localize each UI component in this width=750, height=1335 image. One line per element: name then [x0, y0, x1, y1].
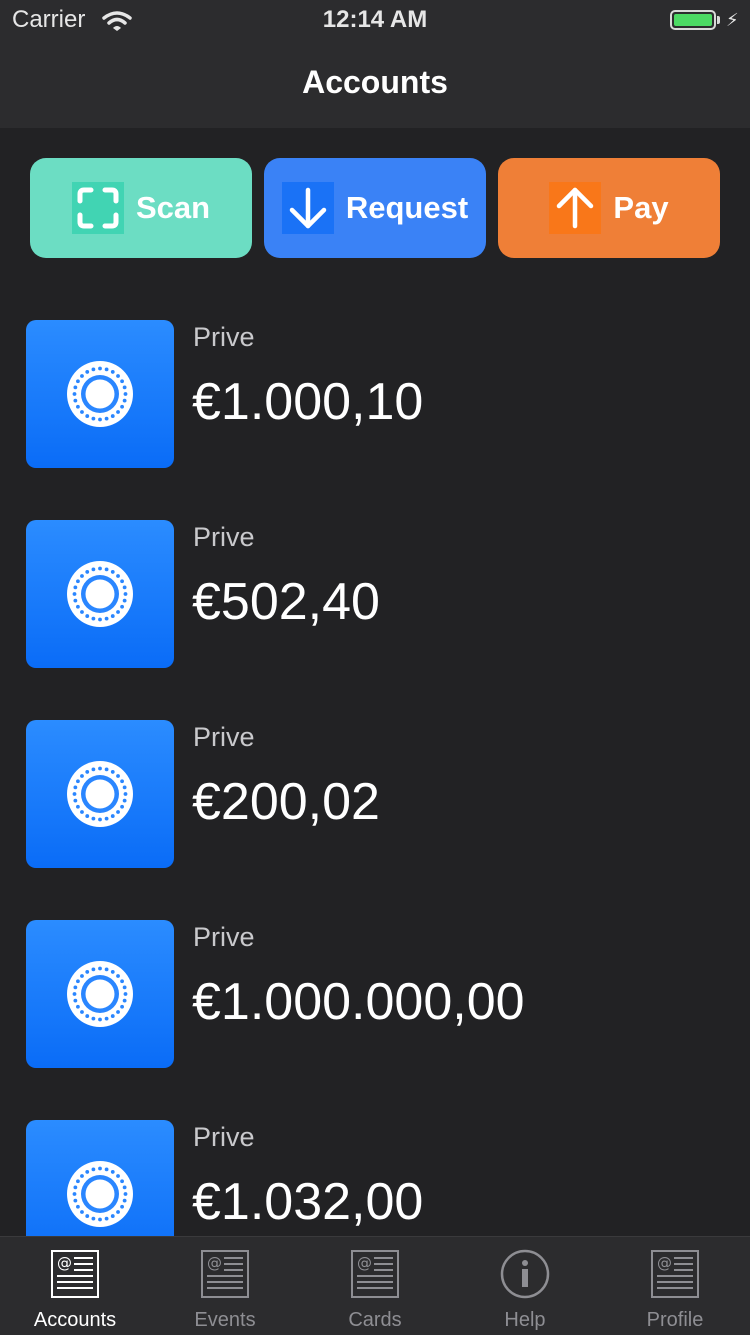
pay-button[interactable]: Pay — [498, 158, 720, 258]
pay-button-label: Pay — [613, 190, 669, 225]
request-button-label: Request — [345, 190, 469, 225]
scan-button-label: Scan — [135, 190, 211, 225]
navigation-bar: Accounts — [0, 40, 750, 128]
newspaper-icon: @ — [650, 1249, 700, 1299]
account-balance: €1.000.000,00 — [192, 973, 525, 1031]
tab-accounts[interactable]: @ Accounts — [0, 1237, 150, 1335]
tab-accounts-label: Accounts — [33, 1309, 117, 1331]
clock-time: 12:14 AM — [322, 6, 428, 33]
tab-help[interactable]: Help — [450, 1237, 600, 1335]
account-name: Prive — [193, 722, 255, 752]
scan-icon — [71, 182, 124, 234]
account-name: Prive — [193, 922, 255, 952]
svg-text:@: @ — [57, 1254, 72, 1272]
svg-text:@: @ — [357, 1254, 372, 1272]
newspaper-icon: @ — [350, 1249, 400, 1299]
arrow-up-icon — [549, 182, 602, 234]
account-balance: €502,40 — [192, 573, 380, 631]
account-ring-icon — [26, 720, 174, 868]
tab-profile-label: Profile — [646, 1309, 704, 1331]
account-row[interactable]: Prive €1.000.000,00 — [0, 920, 750, 1120]
page-title: Accounts — [302, 64, 448, 100]
account-balance: €200,02 — [192, 773, 380, 831]
status-bar: Carrier 12:14 AM ⚡ — [0, 0, 750, 40]
account-name: Prive — [193, 522, 255, 552]
newspaper-icon: @ — [50, 1249, 100, 1299]
account-balance: €1.032,00 — [192, 1173, 424, 1231]
request-button[interactable]: Request — [264, 158, 486, 258]
newspaper-icon: @ — [200, 1249, 250, 1299]
account-name: Prive — [193, 322, 255, 352]
tab-events[interactable]: @ Events — [150, 1237, 300, 1335]
tab-cards-label: Cards — [348, 1309, 402, 1331]
svg-text:@: @ — [207, 1254, 222, 1272]
account-name: Prive — [193, 1122, 255, 1152]
tab-profile[interactable]: @ Profile — [600, 1237, 750, 1335]
tab-help-label: Help — [504, 1309, 546, 1331]
account-balance: €1.000,10 — [192, 373, 424, 431]
info-icon — [500, 1249, 550, 1299]
account-row[interactable]: Prive €200,02 — [0, 720, 750, 920]
charging-bolt-icon: ⚡ — [726, 10, 739, 30]
svg-text:@: @ — [657, 1254, 672, 1272]
account-ring-icon — [26, 920, 174, 1068]
account-row[interactable]: Prive €502,40 — [0, 520, 750, 720]
arrow-down-icon — [281, 182, 334, 234]
battery-icon — [670, 10, 716, 30]
account-row[interactable]: Prive €1.000,10 — [0, 320, 750, 520]
tab-bar: @ Accounts @ Events @ Cards Help @ Profi… — [0, 1236, 750, 1335]
battery-tip — [717, 16, 720, 24]
account-ring-icon — [26, 320, 174, 468]
account-ring-icon — [26, 520, 174, 668]
scan-button[interactable]: Scan — [30, 158, 252, 258]
tab-cards[interactable]: @ Cards — [300, 1237, 450, 1335]
tab-events-label: Events — [194, 1309, 256, 1331]
